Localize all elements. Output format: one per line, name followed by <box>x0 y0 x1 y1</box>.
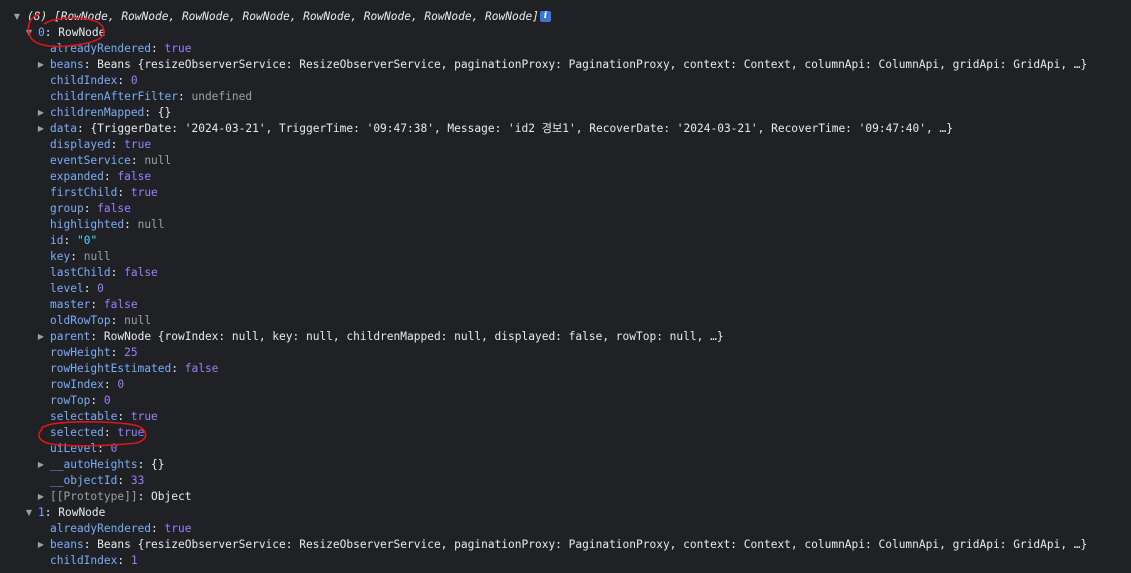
prop-row-data[interactable]: ▶ data: {TriggerDate: '2024-03-21', Trig… <box>0 121 1131 137</box>
prop-row: childIndex: 0 <box>50 74 138 87</box>
node0-label: 0: RowNode <box>38 26 106 39</box>
expand-triangle-right-icon[interactable]: ▶ <box>36 57 46 73</box>
array-summary-row[interactable]: ▼ (8) [RowNode, RowNode, RowNode, RowNod… <box>0 9 1131 25</box>
prop-row: rowHeightEstimated: false <box>50 362 219 375</box>
expand-triangle-down-icon[interactable]: ▼ <box>24 25 34 41</box>
prop-row: displayed: true <box>50 138 152 151</box>
prop-row: alreadyRendered: true <box>50 42 192 55</box>
prop-row: highlighted: null <box>50 218 165 231</box>
prop-row: master: false <box>50 298 138 311</box>
prop-row: childIndex: 1 <box>50 554 138 567</box>
expand-triangle-right-icon[interactable]: ▶ <box>36 457 46 473</box>
prop-row: key: null <box>50 250 111 263</box>
expand-triangle-down-icon[interactable]: ▼ <box>24 505 34 521</box>
prop-row: uiLevel: 0 <box>50 442 118 455</box>
prop-row: eventService: null <box>50 154 172 167</box>
prop-row-beans[interactable]: ▶ beans: Beans {resizeObserverService: R… <box>0 57 1131 73</box>
devtools-console-output: ▼ (8) [RowNode, RowNode, RowNode, RowNod… <box>0 9 1131 569</box>
prop-row: rowTop: 0 <box>50 394 111 407</box>
node0-row[interactable]: ▼ 0: RowNode <box>0 25 1131 41</box>
prop-row: childrenAfterFilter: undefined <box>50 90 253 103</box>
prop-row: oldRowTop: null <box>50 314 152 327</box>
expand-triangle-right-icon[interactable]: ▶ <box>36 489 46 505</box>
prop-row-parent[interactable]: ▶ parent: RowNode {rowIndex: null, key: … <box>0 329 1131 345</box>
prop-row: rowIndex: 0 <box>50 378 125 391</box>
prop-row: expanded: false <box>50 170 152 183</box>
prop-row-prototype[interactable]: ▶ [[Prototype]]: Object <box>0 489 1131 505</box>
prop-row: level: 0 <box>50 282 104 295</box>
expand-triangle-right-icon[interactable]: ▶ <box>36 121 46 137</box>
prop-row: group: false <box>50 202 131 215</box>
prop-row-childrenMapped[interactable]: ▶ childrenMapped: {} <box>0 105 1131 121</box>
array-summary: (8) [RowNode, RowNode, RowNode, RowNode,… <box>27 10 539 23</box>
prop-row-selected: selected: true <box>50 426 145 439</box>
expand-triangle-right-icon[interactable]: ▶ <box>36 329 46 345</box>
node1-row[interactable]: ▼ 1: RowNode <box>0 505 1131 521</box>
prop-row: alreadyRendered: true <box>50 522 192 535</box>
node1-label: 1: RowNode <box>38 506 106 519</box>
prop-row: lastChild: false <box>50 266 158 279</box>
info-icon[interactable]: i <box>540 11 551 22</box>
prop-row: rowHeight: 25 <box>50 346 138 359</box>
prop-row: id: "0" <box>50 234 98 247</box>
expand-triangle-right-icon[interactable]: ▶ <box>36 537 46 553</box>
expand-triangle-right-icon[interactable]: ▶ <box>36 105 46 121</box>
prop-row: __objectId: 33 <box>50 474 145 487</box>
prop-row: firstChild: true <box>50 186 158 199</box>
prop-row-beans[interactable]: ▶ beans: Beans {resizeObserverService: R… <box>0 537 1131 553</box>
prop-row: selectable: true <box>50 410 158 423</box>
prop-row-autoHeights[interactable]: ▶ __autoHeights: {} <box>0 457 1131 473</box>
expand-triangle-down-icon[interactable]: ▼ <box>12 9 22 25</box>
